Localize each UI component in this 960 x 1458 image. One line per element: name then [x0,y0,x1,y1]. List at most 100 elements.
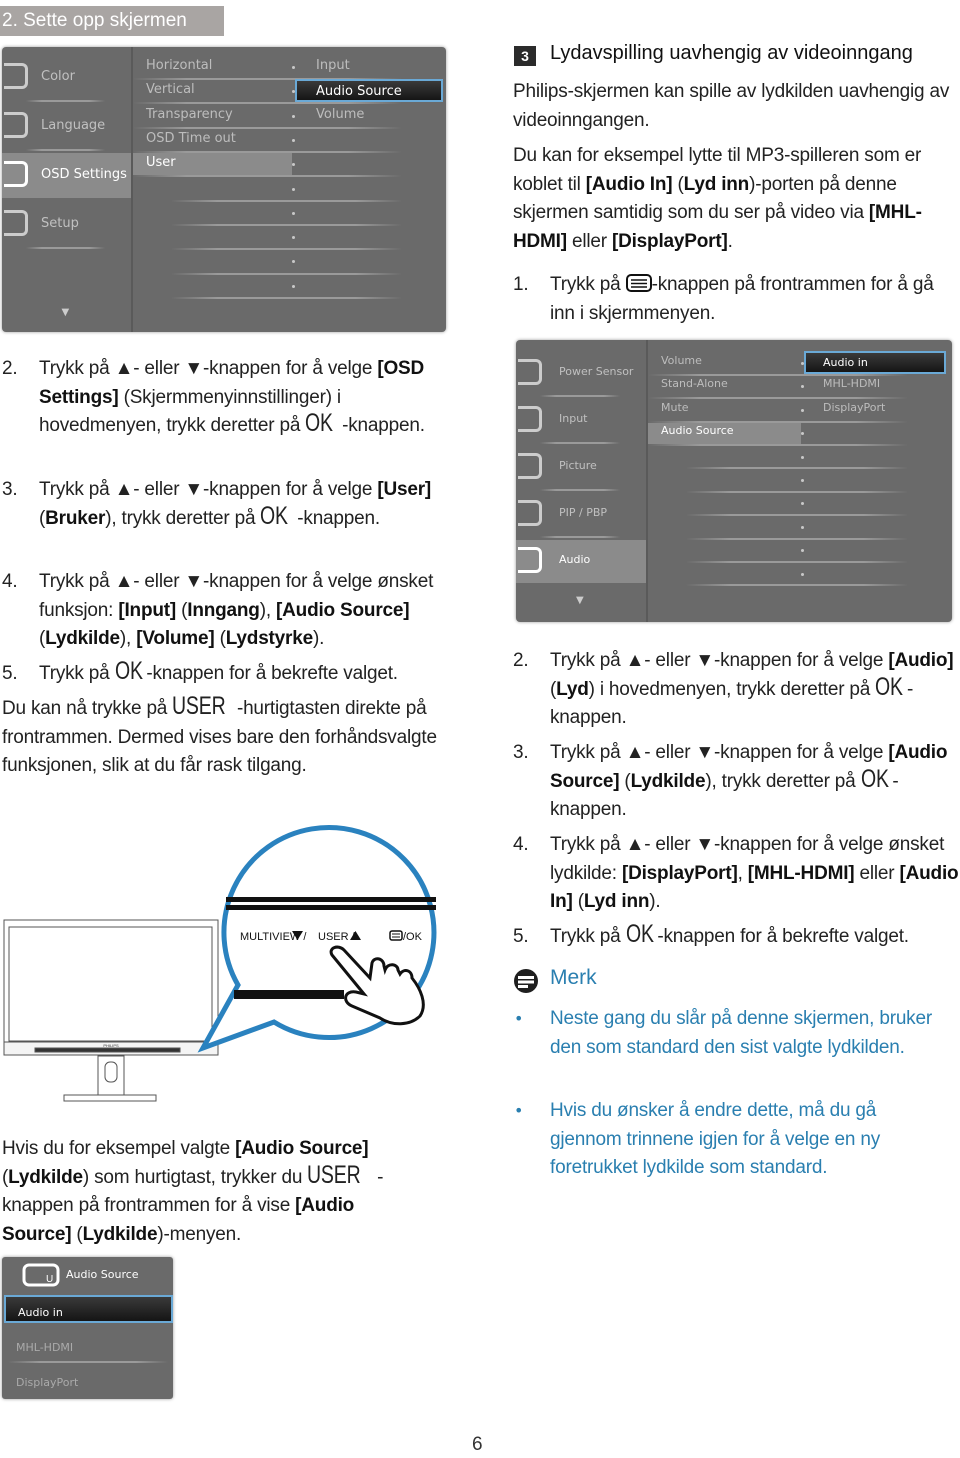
menu-item-picture[interactable]: Picture [559,459,597,472]
submenu-item[interactable]: Mute [661,401,689,414]
submenu-item[interactable]: OSD Time out [146,131,236,146]
text-run: ), [119,628,137,649]
divider [26,148,105,151]
menu-item-pip-pbp[interactable]: PIP / PBP [559,506,607,519]
text-run: Du kan nå trykke på [2,698,173,719]
submenu-item[interactable]: Horizontal [146,58,212,73]
row-dot [292,114,295,118]
menu-item-audio[interactable]: Audio [559,553,590,566]
divider [540,394,620,397]
option-selected[interactable]: Audio Source [295,79,443,103]
user-up-label: USER / [318,931,356,943]
text-run: ), [259,599,277,621]
menu-button-icon [625,273,652,292]
step-text: Trykk på ▲- eller ▼-knappen for å velge … [550,647,960,733]
step-number: 2. [513,650,529,671]
text-run: -knappen for å bekrefte valget. [657,926,909,947]
option-item[interactable]: Volume [316,107,364,122]
menu-item-color[interactable]: Color [41,69,75,84]
step-text: Trykk på ▲- eller ▼-knappen for å velge … [39,355,447,441]
bullet-icon: • [514,1009,524,1028]
text-run: eller [566,230,612,252]
power-sensor-icon [518,359,542,385]
step-number: 4. [2,571,18,592]
divider [686,537,908,540]
key-label: OK [114,657,143,685]
text-run: Bruker [45,507,106,529]
option-selected[interactable]: Audio in [804,351,946,374]
menu-item-input[interactable]: Input [559,412,587,425]
divider [648,373,908,376]
option-item[interactable]: DisplayPort [823,401,885,414]
osd3-item-audio-in[interactable]: Audio in [4,1295,173,1323]
column-divider [646,340,648,622]
page-number: 6 [472,1434,483,1455]
step-text: Trykk på ▲- eller ▼-knappen for å velge … [39,568,447,654]
option-item[interactable]: MHL-HDMI [823,377,880,390]
step-text: Trykk på OK -knappen for å bekrefte valge… [550,922,960,952]
text-run: Lyd [556,678,589,700]
section-heading: Lydavspilling uavhengig av videoinngang [550,42,913,64]
submenu-item[interactable]: Audio Source [661,424,734,437]
text-run: ) som hurtigtast, trykker du [82,1166,308,1188]
divider [540,488,620,491]
submenu-item[interactable]: User [146,155,176,170]
text-run: )-menyen. [157,1223,242,1245]
text-run: Lydkilde [8,1166,83,1188]
row-dot [801,502,804,506]
text-run: [DisplayPort] [611,230,728,252]
divider [133,102,402,105]
input-icon [518,406,542,432]
text-run: ( [619,770,631,792]
menu-item-language[interactable]: Language [41,118,105,133]
text-run: Hvis du for eksempel valgte [2,1138,236,1159]
pip-pbp-icon [518,500,542,526]
divider [171,296,402,299]
text-run: Lydstyrke [225,628,313,649]
text-run: [Input] [118,599,177,621]
text-run: , [737,862,748,884]
row-dot [292,284,295,288]
text-run: Lydkilde [630,770,706,792]
menu-item-osd-settings[interactable]: OSD Settings [41,167,127,182]
step-text: Trykk på ▲- eller ▼-knappen for å velge … [550,739,960,825]
osd-settings-icon [4,161,28,187]
row-dot [801,385,804,389]
text-run: Trykk på ▲- eller ▼-knappen for å velge [39,358,378,379]
color-icon [4,63,28,89]
text-run: Lyd inn [583,891,650,912]
row-dot [292,138,295,142]
submenu-item[interactable]: Stand-Alone [661,377,728,390]
text-run: [Audio Source] [235,1138,369,1159]
row-dot [801,432,804,436]
text-run: Lyd inn [683,173,750,195]
step-text: Trykk på ▲- eller ▼-knappen for å velge … [39,476,447,533]
section-number-badge: 3 [514,46,536,66]
row-dot [292,260,295,264]
scroll-down-arrow-icon[interactable]: ▼ [62,307,70,318]
menu-item-power-sensor[interactable]: Power Sensor [559,365,633,378]
submenu-item[interactable]: Volume [661,354,702,367]
menu-item-setup[interactable]: Setup [41,216,79,231]
osd3-item-mhl-hdmi[interactable]: MHL-HDMI [16,1341,73,1354]
divider [133,126,402,129]
key-label: OK [860,764,889,793]
submenu-item[interactable]: Transparency [146,107,233,122]
text-run: Trykk på ▲- eller ▼-knappen for å velge [550,650,889,671]
divider [686,584,908,587]
scroll-down-arrow-icon[interactable]: ▼ [576,595,584,606]
osd3-item-displayport[interactable]: DisplayPort [16,1376,78,1389]
note-bullet: Neste gang du slår på denne skjermen, br… [550,1008,932,1058]
language-icon [4,112,28,138]
paragraph-user-example: Hvis du for eksempel valgte [Audio Sourc… [2,1135,422,1249]
submenu-item[interactable]: Vertical [146,82,195,97]
key-label: OK [305,409,334,437]
text-run: Trykk på [550,274,626,295]
row-dot [801,408,804,412]
paragraph-user-hotkey: Du kan nå trykke på USER -hurtigtasten di… [2,694,442,781]
option-item[interactable]: Input [316,58,350,73]
bullet-icon: • [514,1101,524,1120]
divider [648,443,908,446]
text-run: Trykk på ▲- eller ▼-knappen for å velge [550,742,889,763]
text-run: [User] [377,479,432,500]
